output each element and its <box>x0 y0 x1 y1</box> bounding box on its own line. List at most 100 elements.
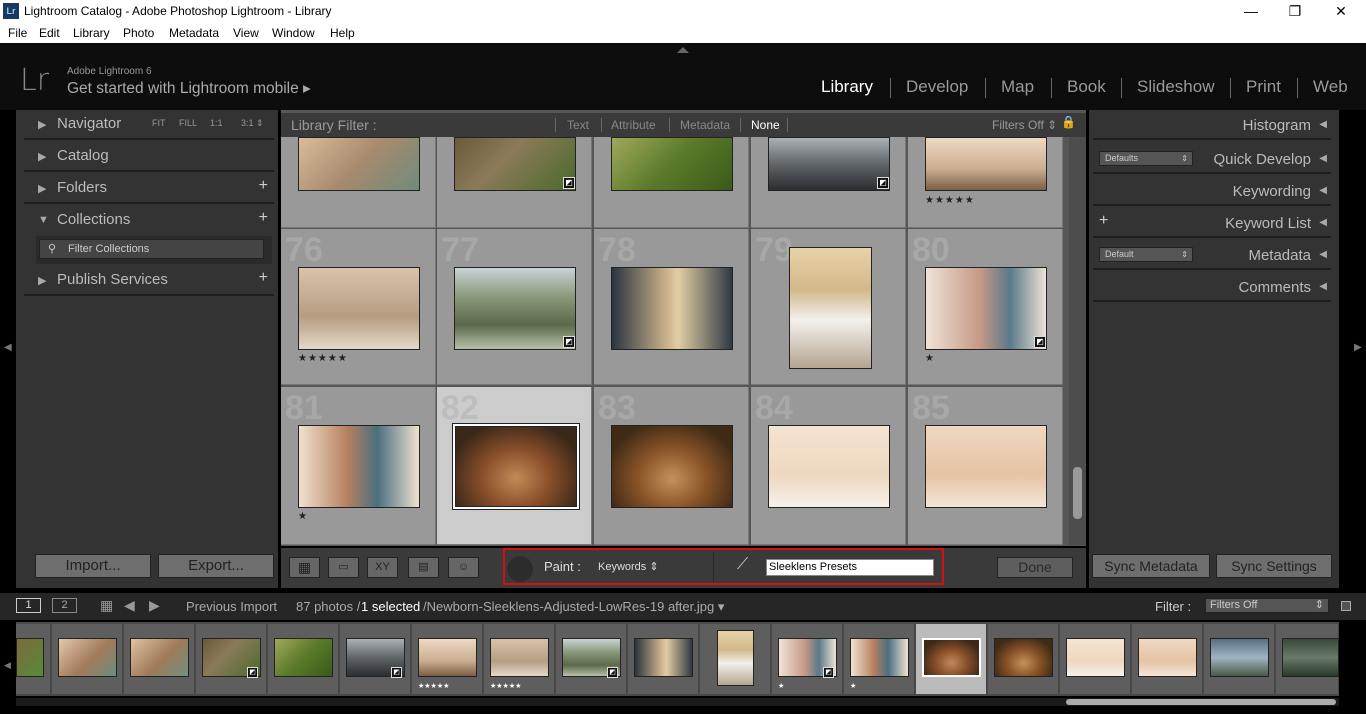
keyword-list-header[interactable]: + Keyword List ◀ <box>1093 208 1331 238</box>
add-folder-icon[interactable]: + <box>259 177 268 195</box>
photo-thumbnail[interactable] <box>768 425 890 508</box>
sync-settings-button[interactable]: Sync Settings <box>1216 554 1332 578</box>
filmstrip-thumbnail[interactable] <box>16 638 44 677</box>
photo-thumbnail[interactable] <box>768 137 890 191</box>
filmstrip-cell[interactable] <box>700 624 771 694</box>
filmstrip-thumbnail[interactable] <box>418 638 477 677</box>
grid-view-icon[interactable]: ▦ <box>289 557 320 578</box>
filmstrip-cell[interactable] <box>124 624 195 694</box>
back-arrow-icon[interactable]: ◀ <box>124 597 135 614</box>
photo-thumbnail[interactable] <box>454 267 576 350</box>
add-collection-icon[interactable]: + <box>259 209 268 227</box>
filmstrip-thumbnail[interactable] <box>922 638 981 677</box>
grid-scrollbar-thumb[interactable] <box>1073 467 1082 519</box>
navigator-header[interactable]: ▶ Navigator FIT FILL 1:1 3:1 ⇕ <box>24 110 274 140</box>
filter-none[interactable]: None <box>751 118 780 132</box>
collapse-top-icon[interactable] <box>677 47 689 53</box>
photo-thumbnail[interactable] <box>298 267 420 350</box>
source-label[interactable]: Previous Import <box>186 599 277 614</box>
loupe-view-icon[interactable]: ▭ <box>328 557 359 578</box>
filmstrip-cell[interactable] <box>628 624 699 694</box>
filmstrip-thumbnail[interactable] <box>1066 638 1125 677</box>
grid-cell[interactable]: 83 <box>594 387 749 545</box>
grid-view-icon[interactable]: ▦ <box>100 597 113 614</box>
module-map[interactable]: Map <box>1001 77 1034 97</box>
grid-cell[interactable]: 76 ★★★★★ <box>281 229 436 385</box>
menu-file[interactable]: File <box>8 26 27 40</box>
catalog-header[interactable]: ▶ Catalog <box>24 142 274 172</box>
add-publish-service-icon[interactable]: + <box>259 269 268 287</box>
menu-view[interactable]: View <box>233 26 259 40</box>
metadata-preset-select[interactable]: Default ⇕ <box>1099 247 1193 262</box>
grid-cell[interactable] <box>281 137 436 228</box>
grid-cell[interactable]: ◩ <box>437 137 592 228</box>
folders-header[interactable]: ▶ Folders + <box>24 174 274 204</box>
lock-icon[interactable]: 🔒 <box>1061 115 1076 133</box>
filmstrip-cell[interactable] <box>1276 624 1339 694</box>
people-view-icon[interactable]: ☺ <box>448 557 479 578</box>
filmstrip-thumbnail[interactable] <box>634 638 693 677</box>
publish-services-header[interactable]: ▶ Publish Services + <box>24 266 274 296</box>
photo-thumbnail[interactable] <box>455 426 577 507</box>
module-print[interactable]: Print <box>1246 77 1281 97</box>
filter-attribute[interactable]: Attribute <box>611 118 656 132</box>
photo-thumbnail[interactable] <box>611 137 733 191</box>
menu-window[interactable]: Window <box>272 26 315 40</box>
add-keyword-icon[interactable]: + <box>1099 212 1108 230</box>
filmstrip-thumbnail[interactable] <box>1210 638 1269 677</box>
filmstrip-thumbnail[interactable] <box>850 638 909 677</box>
grid-cell[interactable]: 79 <box>751 229 906 385</box>
filter-metadata[interactable]: Metadata <box>680 118 730 132</box>
collections-header[interactable]: ▼ Collections + <box>24 206 274 236</box>
filter-text[interactable]: Text <box>567 118 589 132</box>
module-web[interactable]: Web <box>1313 77 1348 97</box>
photo-thumbnail[interactable] <box>454 137 576 191</box>
filmstrip-cell[interactable]: ★★★★★ <box>484 624 555 694</box>
filter-collections-input[interactable]: ⚲ Filter Collections <box>39 239 264 259</box>
filmstrip-cell[interactable] <box>1060 624 1131 694</box>
grid-cell[interactable]: 78 <box>594 229 749 385</box>
filmstrip-thumbnail[interactable] <box>1138 638 1197 677</box>
keywording-header[interactable]: Keywording ◀ <box>1093 176 1331 206</box>
maximize-button[interactable]: ❐ <box>1272 2 1318 22</box>
photo-thumbnail[interactable] <box>925 137 1047 191</box>
filmstrip-scroll-left-icon[interactable]: ◀ <box>4 660 11 671</box>
module-develop[interactable]: Develop <box>906 77 968 97</box>
photo-thumbnail[interactable] <box>925 425 1047 508</box>
collapse-right-icon[interactable]: ▶ <box>1354 342 1362 353</box>
grid-cell[interactable]: ◩ <box>751 137 906 228</box>
mobile-link[interactable]: Get started with Lightroom mobile ▸ <box>67 79 311 98</box>
module-slideshow[interactable]: Slideshow <box>1137 77 1215 97</box>
page1-button[interactable]: 1 <box>16 598 41 613</box>
collapse-left-icon[interactable]: ◀ <box>4 342 12 353</box>
grid-scrollbar-track[interactable] <box>1069 137 1086 545</box>
filmstrip-scrollbar-thumb[interactable] <box>1066 699 1336 705</box>
filters-off-dropdown[interactable]: Filters Off ⇕ <box>992 118 1057 132</box>
menu-help[interactable]: Help <box>330 26 355 40</box>
survey-view-icon[interactable]: ▤ <box>408 557 439 578</box>
zoom-3-1[interactable]: 3:1 ⇕ <box>241 118 264 129</box>
grid-cell[interactable]: 85 <box>908 387 1063 545</box>
filmstrip-cell[interactable] <box>268 624 339 694</box>
compare-view-icon[interactable]: XY <box>367 557 398 578</box>
menu-metadata[interactable]: Metadata <box>169 26 219 40</box>
filmstrip-thumbnail[interactable] <box>717 630 754 686</box>
menu-library[interactable]: Library <box>73 26 110 40</box>
filmstrip-cell[interactable]: ◩ ★ <box>772 624 843 694</box>
sync-metadata-button[interactable]: Sync Metadata <box>1092 554 1210 578</box>
filmstrip-scrollbar-track[interactable] <box>16 698 1339 706</box>
filmstrip-cell[interactable] <box>1132 624 1203 694</box>
photo-thumbnail[interactable] <box>789 247 872 369</box>
filmstrip-thumbnail[interactable] <box>490 638 549 677</box>
done-button[interactable]: Done <box>997 557 1073 578</box>
filmstrip-thumbnail[interactable] <box>1282 638 1339 677</box>
photo-thumbnail[interactable] <box>611 267 733 350</box>
menu-edit[interactable]: Edit <box>39 26 60 40</box>
filmstrip-thumbnail[interactable] <box>994 638 1053 677</box>
module-library[interactable]: Library <box>821 77 873 97</box>
photo-thumbnail[interactable] <box>611 425 733 508</box>
photo-thumbnail[interactable] <box>298 137 420 191</box>
zoom-fill[interactable]: FILL <box>179 118 197 128</box>
filmstrip-cell[interactable]: ◩ <box>556 624 627 694</box>
zoom-1-1[interactable]: 1:1 <box>210 118 223 128</box>
